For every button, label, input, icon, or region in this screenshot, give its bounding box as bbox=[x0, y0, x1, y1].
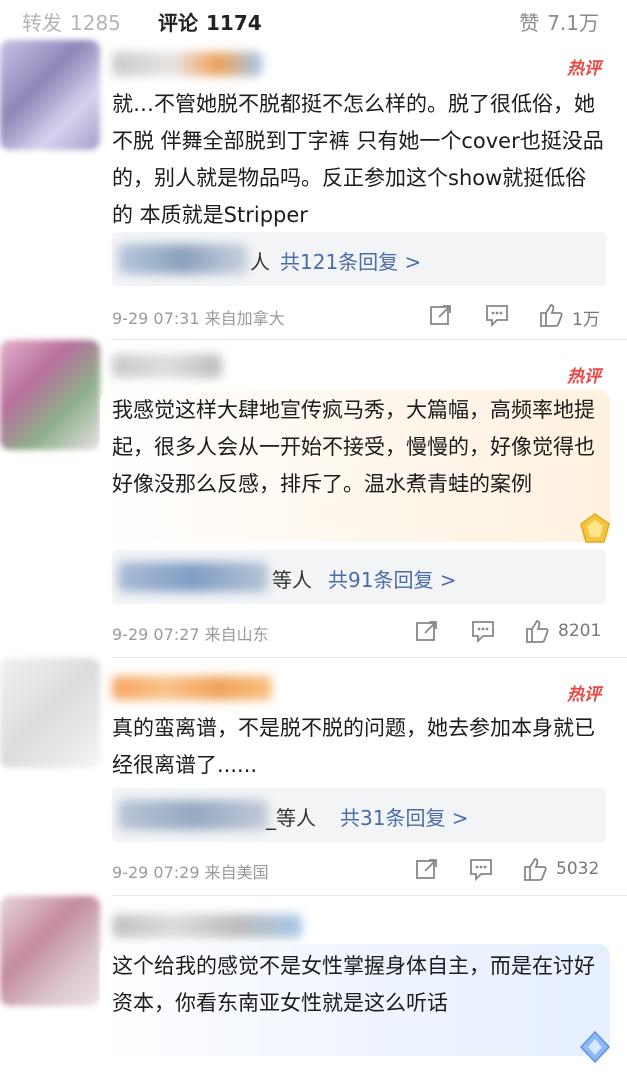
avatar[interactable] bbox=[0, 340, 100, 450]
comment-item: 热评 我感觉这样大肆地宣传疯马秀，大篇幅，高频率地提起，很多人会从一开始不接受，… bbox=[0, 340, 627, 658]
like-icon[interactable] bbox=[522, 856, 548, 882]
like-icon[interactable] bbox=[524, 618, 550, 644]
badge-icon bbox=[579, 1030, 611, 1064]
reply-who: 人 bbox=[250, 250, 270, 274]
comment-text: 我感觉这样大肆地宣传疯马秀，大篇幅，高频率地提起，很多人会从一开始不接受，慢慢的… bbox=[112, 398, 595, 496]
reply-who: _等人 bbox=[266, 806, 316, 830]
reply-usernames bbox=[118, 244, 248, 274]
reply-preview[interactable]: 人 共121条回复 > bbox=[112, 232, 606, 286]
reply-preview[interactable]: _等人 共31条回复 > bbox=[112, 788, 606, 842]
tab-repost-label: 转发 bbox=[22, 11, 62, 35]
reply-count-link[interactable]: 共31条回复 > bbox=[340, 802, 469, 831]
like-count: 8201 bbox=[558, 621, 602, 641]
tab-repost-count: 1285 bbox=[70, 11, 121, 35]
comment-time: 9-29 07:29 来自美国 bbox=[112, 863, 269, 882]
tab-repost[interactable]: 转发 1285 bbox=[22, 7, 121, 36]
tab-like[interactable]: 赞 7.1万 bbox=[519, 7, 599, 36]
tab-like-label: 赞 bbox=[519, 11, 540, 35]
badge-icon bbox=[580, 513, 610, 543]
reply-icon[interactable] bbox=[484, 302, 510, 328]
repost-icon[interactable] bbox=[414, 618, 440, 644]
hot-comment-badge: 热评 bbox=[567, 59, 601, 79]
comment-item: 这个给我的感觉不是女性掌握身体自主，而是在讨好资本，你看东南亚女性就是这么听话 bbox=[0, 896, 627, 1080]
repost-icon[interactable] bbox=[414, 856, 440, 882]
reply-usernames bbox=[118, 562, 268, 592]
like-count: 1万 bbox=[572, 310, 600, 330]
username[interactable] bbox=[112, 676, 272, 700]
tab-like-count: 7.1万 bbox=[547, 11, 599, 35]
reply-usernames bbox=[118, 800, 268, 830]
username[interactable] bbox=[112, 52, 262, 76]
comment-text: 就…不管她脱不脱都挺不怎么样的。脱了很低俗，她不脱 伴舞全部脱到丁字裤 只有她一… bbox=[112, 92, 604, 227]
tab-comment-count: 1174 bbox=[206, 11, 262, 35]
repost-icon[interactable] bbox=[428, 302, 454, 328]
tab-comment[interactable]: 评论 1174 bbox=[158, 7, 262, 36]
reply-count-link[interactable]: 共121条回复 > bbox=[280, 246, 421, 275]
hot-comment-badge: 热评 bbox=[567, 367, 601, 387]
comment-tabs-bar: 转发 1285 评论 1174 赞 7.1万 bbox=[0, 0, 627, 42]
hot-comment-badge: 热评 bbox=[567, 685, 601, 705]
avatar[interactable] bbox=[0, 40, 100, 150]
comment-meta: 9-29 07:29 来自美国 5032 bbox=[112, 854, 612, 884]
reply-icon[interactable] bbox=[470, 618, 496, 644]
avatar[interactable] bbox=[0, 896, 100, 1006]
tab-comment-label: 评论 bbox=[158, 11, 198, 35]
reply-icon[interactable] bbox=[468, 856, 494, 882]
avatar[interactable] bbox=[0, 658, 100, 768]
like-icon[interactable] bbox=[538, 302, 564, 328]
reply-preview[interactable]: 等人 共91条回复 > bbox=[112, 550, 606, 604]
comment-meta: 9-29 07:27 来自山东 8201 bbox=[112, 616, 612, 646]
like-count: 5032 bbox=[556, 859, 600, 879]
comment-text: 这个给我的感觉不是女性掌握身体自主，而是在讨好资本，你看东南亚女性就是这么听话 bbox=[112, 954, 595, 1015]
comment-item: 热评 真的蛮离谱，不是脱不脱的问题，她去参加本身就已经很离谱了...... _等… bbox=[0, 658, 627, 896]
username[interactable] bbox=[112, 914, 302, 938]
comment-time: 9-29 07:27 来自山东 bbox=[112, 625, 269, 644]
comment-meta: 9-29 07:31 来自加拿大 1万 bbox=[112, 300, 612, 330]
comment-text: 真的蛮离谱，不是脱不脱的问题，她去参加本身就已经很离谱了...... bbox=[112, 716, 595, 777]
comment-time: 9-29 07:31 来自加拿大 bbox=[112, 309, 285, 328]
comment-item: 热评 就…不管她脱不脱都挺不怎么样的。脱了很低俗，她不脱 伴舞全部脱到丁字裤 只… bbox=[0, 40, 627, 340]
reply-who: 等人 bbox=[272, 568, 312, 592]
username[interactable] bbox=[112, 354, 222, 378]
reply-count-link[interactable]: 共91条回复 > bbox=[328, 564, 457, 593]
